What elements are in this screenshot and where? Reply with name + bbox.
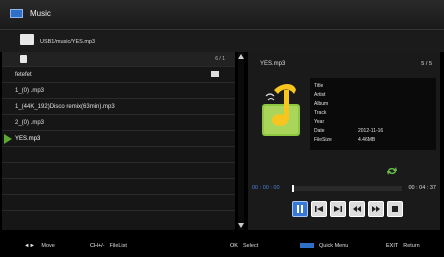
folder-icon [211,71,219,77]
blue-key-icon [300,243,314,249]
fast-forward-button[interactable] [368,201,384,217]
total-time: 00 : 04 : 37 [408,185,436,191]
list-item-empty [2,194,235,210]
file-count: 6 / 1 [215,56,225,62]
meta-date: Date 2012-11-16 [314,128,384,134]
page-title: Music [30,9,51,18]
scroll-down-icon[interactable] [238,223,244,228]
stop-button[interactable] [387,201,403,217]
list-scrollbar[interactable] [238,52,244,230]
list-item-label: YES.mp3 [15,136,41,142]
fast-forward-icon [372,206,380,212]
track-index: 5 / 5 [421,61,432,67]
rewind-icon [353,206,361,212]
previous-icon [315,206,323,212]
hint-filelist: CH+/- FileList [90,243,127,249]
list-item-label: 1_(0) .mp3 [15,88,45,94]
hint-move: ◄► Move [24,243,55,249]
now-playing-panel: YES.mp3 5 / 5 Title Artist Album Track Y… [248,52,440,230]
meta-title: Title [314,83,324,89]
hint-quick-menu: Quick Menu [300,243,348,249]
meta-artist: Artist [314,92,326,98]
stop-icon [392,206,398,212]
list-item-label: 2_(0) .mp3 [15,120,45,126]
list-item[interactable]: 1_(44K_192)Disco remix(63min).mp3 [2,98,235,114]
music-icon [10,9,23,18]
repeat-icon[interactable] [386,166,398,176]
list-item-empty [2,146,235,162]
list-item-empty [2,178,235,194]
move-arrows-icon: ◄► [24,243,37,249]
progress-knob[interactable] [292,185,294,192]
pause-button[interactable] [292,201,308,217]
list-item-label: 1_(44K_192)Disco remix(63min).mp3 [15,104,115,110]
list-item[interactable]: fetefet [2,66,235,82]
hint-select: OK Select [230,243,259,249]
footer-hints: ◄► Move CH+/- FileList OK Select Quick Men… [0,238,444,257]
list-item[interactable]: 1_(0) .mp3 [2,82,235,98]
folder-icon [20,34,34,45]
meta-track: Track [314,110,327,116]
sd-card-icon [20,55,27,63]
file-list[interactable]: 6 / 1 fetefet 1_(0) .mp3 1_(44K_192)Disc… [2,52,235,230]
list-item-empty [2,162,235,178]
next-button[interactable] [330,201,346,217]
file-list-header: 6 / 1 [2,52,235,66]
scroll-up-icon[interactable] [238,54,244,59]
music-note-album-art-icon [262,84,300,136]
header-bar: Music [0,0,444,30]
pause-icon [297,205,303,213]
selection-arrow-icon [4,134,12,144]
meta-filesize: FileSize 4.46MB [314,137,376,143]
list-item-selected[interactable]: YES.mp3 [2,130,235,146]
music-player-screen: Music USB1/music/YES.mp3 6 / 1 fetefet 1… [0,0,444,257]
previous-button[interactable] [311,201,327,217]
hint-return: EXIT Return [386,243,420,249]
list-item-empty [2,210,235,230]
elapsed-time: 00 : 00 : 00 [252,185,280,191]
metadata-box: Title Artist Album Track Year Date 2012-1… [310,78,436,150]
current-path: USB1/music/YES.mp3 [40,39,96,45]
list-item[interactable]: 2_(0) .mp3 [2,114,235,130]
meta-year: Year [314,119,325,125]
next-icon [334,206,342,212]
list-item-label: fetefet [15,72,32,78]
now-playing-filename: YES.mp3 [260,61,286,67]
path-bar: USB1/music/YES.mp3 [0,30,444,52]
rewind-button[interactable] [349,201,365,217]
meta-album: Album [314,101,329,107]
progress-bar[interactable] [292,185,402,192]
